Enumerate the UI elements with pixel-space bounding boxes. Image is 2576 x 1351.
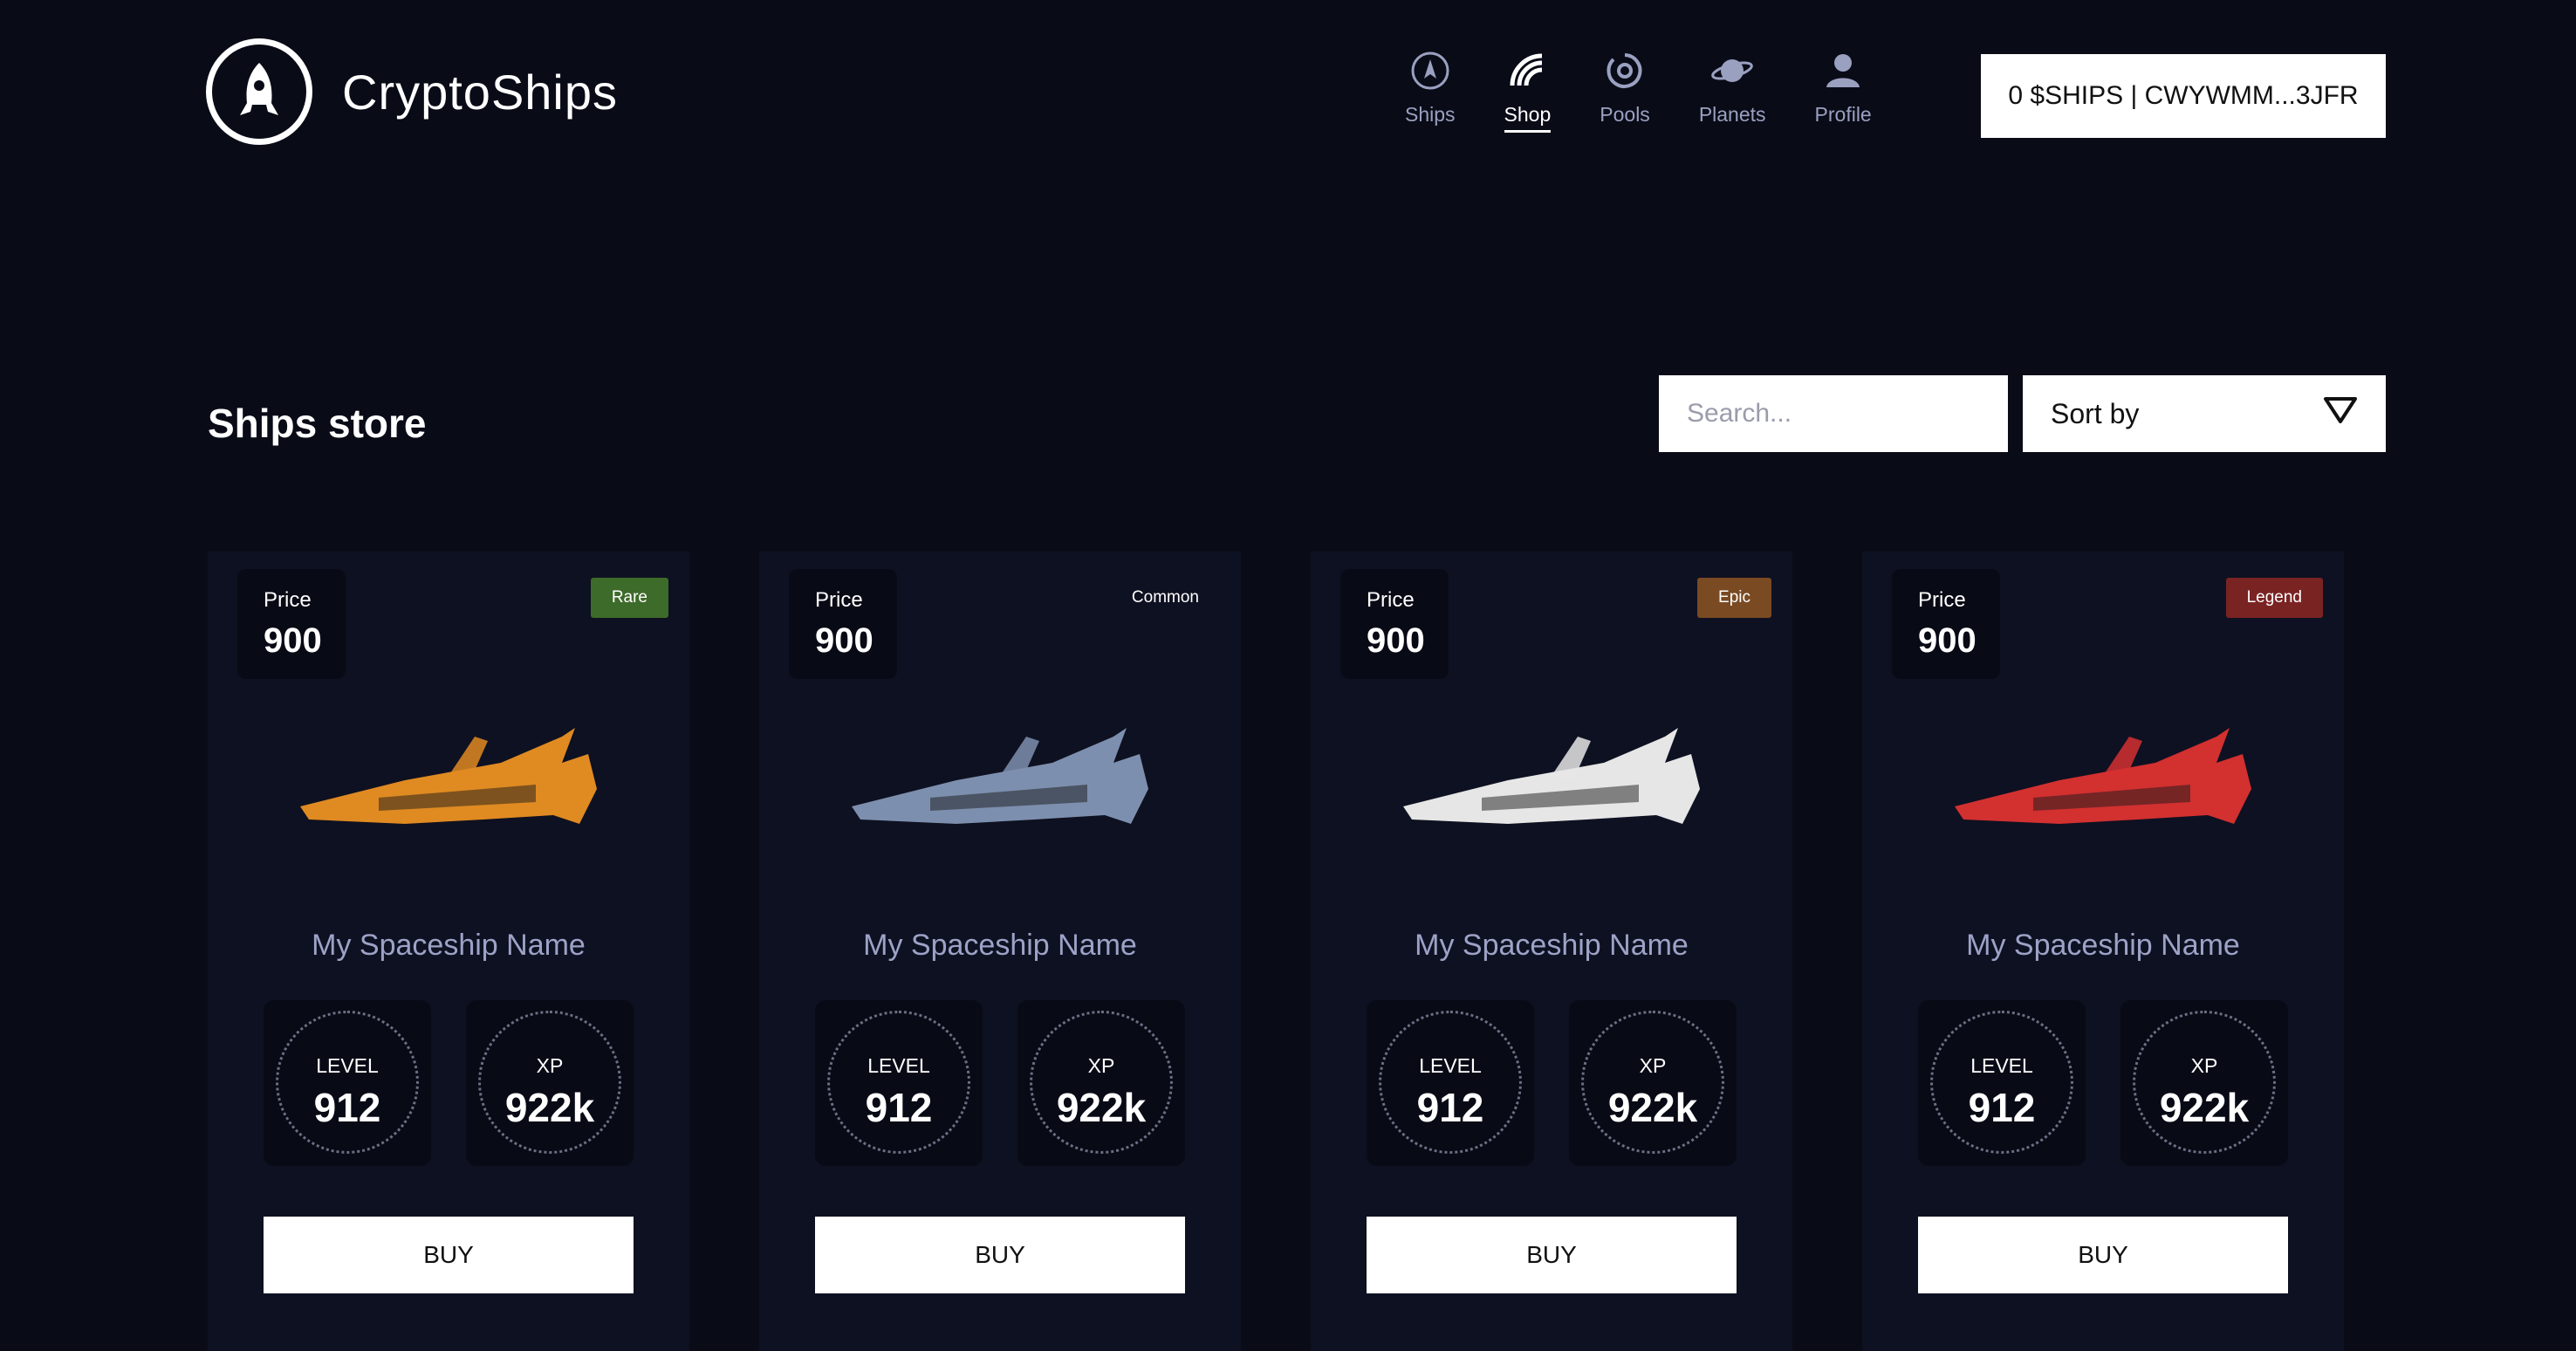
price-value: 900 — [264, 621, 322, 660]
ship-name: My Spaceship Name — [863, 929, 1137, 962]
spaceship-image — [300, 728, 597, 824]
app-title: CryptoShips — [342, 64, 619, 120]
xp-label: XP — [2190, 1054, 2218, 1077]
rarity-badge: Rare — [590, 578, 668, 618]
rarity-badge: Legend — [2225, 578, 2323, 618]
spaceship-image — [1955, 728, 2251, 824]
nav-ships[interactable]: Ships — [1405, 49, 1456, 133]
app-logo[interactable]: CryptoShips — [206, 38, 618, 145]
level-ring — [827, 1011, 970, 1154]
page-title: Ships store — [208, 401, 427, 446]
price-box: Price 900 — [1892, 569, 2000, 679]
nav-label: Shop — [1504, 103, 1552, 133]
ship-name: My Spaceship Name — [312, 929, 586, 962]
ship-name: My Spaceship Name — [1415, 929, 1689, 962]
level-ring — [1930, 1011, 2073, 1154]
buy-button[interactable]: BUY — [815, 1217, 1185, 1293]
xp-ring — [1581, 1011, 1724, 1154]
xp-ring — [1030, 1011, 1173, 1154]
price-value: 900 — [1367, 621, 1425, 660]
price-label: Price — [1367, 588, 1415, 612]
nav-label: Planets — [1698, 103, 1766, 126]
xp-stat: XP 922k — [466, 1000, 634, 1166]
ship-card: Price 900 Rare My Spaceship Name LEVEL 9… — [208, 552, 689, 1351]
target-icon — [1603, 49, 1647, 93]
xp-stat: XP 922k — [1569, 1000, 1737, 1166]
price-value: 900 — [1918, 621, 1977, 660]
level-stat: LEVEL 912 — [264, 1000, 431, 1166]
nav-shop[interactable]: Shop — [1504, 49, 1552, 133]
chevron-down-icon — [2323, 396, 2358, 431]
rarity-badge: Common — [1131, 588, 1199, 607]
level-label: LEVEL — [316, 1054, 379, 1077]
price-value: 900 — [815, 621, 874, 660]
nav-pools[interactable]: Pools — [1600, 49, 1650, 133]
rocket-circle-icon — [1408, 49, 1452, 93]
planet-icon — [1710, 49, 1754, 93]
xp-stat: XP 922k — [1017, 1000, 1185, 1166]
user-icon — [1821, 49, 1865, 93]
xp-label: XP — [1087, 1054, 1115, 1077]
level-value: 912 — [1968, 1085, 2036, 1130]
xp-ring — [478, 1011, 621, 1154]
price-box: Price 900 — [1340, 569, 1449, 679]
spaceship-image — [852, 728, 1148, 824]
level-ring — [276, 1011, 419, 1154]
price-label: Price — [815, 588, 863, 612]
spaceship-image — [1403, 728, 1700, 824]
xp-label: XP — [1639, 1054, 1667, 1077]
xp-value: 922k — [504, 1085, 595, 1130]
nav-label: Pools — [1600, 103, 1650, 126]
level-stat: LEVEL 912 — [1918, 1000, 2086, 1166]
ship-card: Price 900 Common My Spaceship Name LEVEL… — [759, 552, 1241, 1351]
xp-value: 922k — [1607, 1085, 1698, 1130]
xp-value: 922k — [2159, 1085, 2250, 1130]
ship-name: My Spaceship Name — [1966, 929, 2240, 962]
price-label: Price — [1918, 588, 1966, 612]
level-ring — [1379, 1011, 1522, 1154]
buy-button[interactable]: BUY — [264, 1217, 634, 1293]
level-stat: LEVEL 912 — [1367, 1000, 1534, 1166]
xp-label: XP — [536, 1054, 564, 1077]
level-stat: LEVEL 912 — [815, 1000, 983, 1166]
nav-label: Profile — [1814, 103, 1872, 126]
nav-label: Ships — [1405, 103, 1456, 126]
price-box: Price 900 — [789, 569, 897, 679]
xp-ring — [2133, 1011, 2276, 1154]
level-value: 912 — [1416, 1085, 1484, 1130]
rarity-badge: Epic — [1697, 578, 1771, 618]
xp-stat: XP 922k — [2120, 1000, 2288, 1166]
level-value: 912 — [313, 1085, 381, 1130]
wallet-button[interactable]: 0 $SHIPS | CWYWMM...3JFR — [1981, 54, 2386, 138]
search-input[interactable] — [1659, 375, 2008, 452]
main-nav: Ships Shop Pools Planets Profile — [1405, 49, 1921, 133]
sort-dropdown[interactable]: Sort by — [2023, 375, 2386, 452]
xp-value: 922k — [1056, 1085, 1147, 1130]
level-value: 912 — [865, 1085, 933, 1130]
price-label: Price — [264, 588, 312, 612]
rocket-logo-icon — [206, 38, 312, 145]
price-box: Price 900 — [237, 569, 346, 679]
ship-card: Price 900 Legend My Spaceship Name LEVEL… — [1862, 552, 2344, 1351]
level-label: LEVEL — [1419, 1054, 1482, 1077]
nav-profile[interactable]: Profile — [1815, 49, 1872, 133]
sort-label: Sort by — [2051, 397, 2140, 429]
level-label: LEVEL — [1970, 1054, 2033, 1077]
ship-card: Price 900 Epic My Spaceship Name LEVEL 9… — [1311, 552, 1792, 1351]
buy-button[interactable]: BUY — [1367, 1217, 1737, 1293]
buy-button[interactable]: BUY — [1918, 1217, 2288, 1293]
nav-planets[interactable]: Planets — [1699, 49, 1766, 133]
level-label: LEVEL — [867, 1054, 930, 1077]
signal-icon — [1505, 49, 1549, 93]
